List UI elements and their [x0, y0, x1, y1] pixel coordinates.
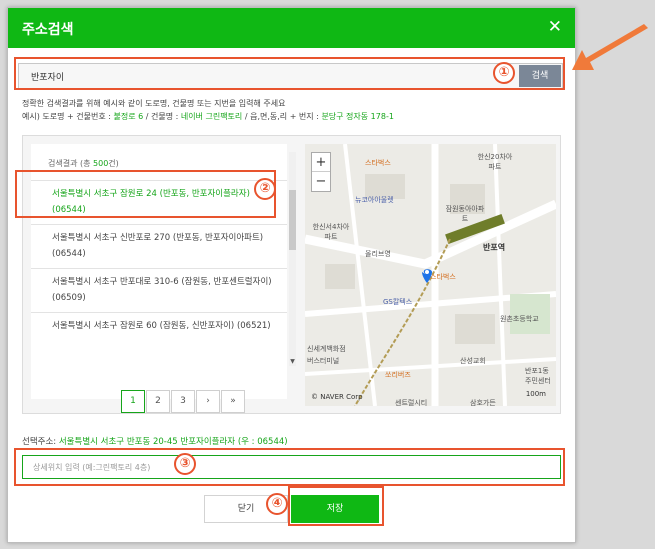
zoom-in-icon[interactable]: +: [312, 153, 330, 172]
selected-address-value: 서울특별시 서초구 반포동 20-45 반포자이플라자 (우 : 06544): [58, 437, 288, 447]
modal-header: 주소검색 ✕: [8, 8, 575, 48]
map-label: 삼호가든: [470, 399, 496, 406]
map-label: 한신20차아파트: [477, 153, 513, 171]
example-lot: 분당구 정자동 178-1: [321, 112, 394, 121]
result-count: 검색결과 (총 500건): [48, 158, 119, 169]
map-label: 반포1동주민센터: [525, 367, 551, 385]
scroll-down-icon[interactable]: ▼: [289, 358, 296, 366]
result-count-prefix: 검색결과 (총: [48, 159, 94, 168]
map-zoom-control: + −: [311, 152, 331, 192]
map-label: 쏘리버즈: [385, 371, 411, 379]
annotation-box-result: [15, 170, 276, 218]
map-label: 신세계백화점: [307, 345, 346, 353]
next-page-icon[interactable]: ›: [196, 390, 220, 413]
result-count-suffix: 건): [108, 159, 119, 168]
map-label: 스타벅스: [365, 159, 391, 167]
annotation-number-4: ④: [266, 493, 288, 515]
map-label: 원촌초등학교: [500, 315, 539, 323]
result-item[interactable]: 서울특별시 서초구 잠원로 60 (잠원동, 신반포자이) (06521): [31, 312, 287, 354]
result-item[interactable]: 서울특별시 서초구 신반포로 270 (반포동, 반포자이아파트) (06544…: [31, 224, 287, 266]
zoom-out-icon[interactable]: −: [312, 172, 330, 191]
result-scrollbar[interactable]: ▼: [289, 152, 296, 366]
map-copyright: © NAVER Corp: [311, 393, 363, 401]
annotation-box-detail: [14, 448, 565, 486]
page-2[interactable]: 2: [146, 390, 170, 413]
annotation-number-1: ①: [493, 62, 515, 84]
annotation-box-search: [14, 57, 565, 90]
map-label: 산성교회: [460, 357, 486, 365]
modal-title: 주소검색: [22, 22, 74, 38]
annotation-box-save: [288, 486, 384, 526]
close-icon[interactable]: ✕: [548, 17, 562, 37]
result-count-value: 500: [93, 159, 109, 168]
scrollbar-thumb[interactable]: [289, 190, 296, 250]
annotation-number-2: ②: [254, 178, 276, 200]
map-label: 반포역: [483, 243, 506, 252]
example-mid2: / 읍,면,동,리 + 번지 :: [242, 112, 322, 121]
page-3[interactable]: 3: [171, 390, 195, 413]
page-1[interactable]: 1: [121, 390, 145, 413]
selected-address-label: 선택주소:: [22, 437, 59, 447]
example-road: 불정로 6: [113, 112, 144, 121]
map-view[interactable]: 스타벅스 한신20차아파트 뉴코아아울렛 잠원동아아파트 한신서4차아파트 올리…: [305, 144, 556, 406]
example-building: 네이버 그린팩토리: [180, 112, 243, 121]
selected-address: 선택주소: 서울특별시 서초구 반포동 20-45 반포자이플라자 (우 : 0…: [22, 435, 288, 447]
last-page-icon[interactable]: »: [221, 390, 245, 413]
map-label: 한신서4차아파트: [312, 223, 350, 241]
map-label: 센트럴시티: [395, 399, 428, 406]
map-label: 올리브영: [365, 250, 391, 258]
map-label: 잠원동아아파트: [445, 205, 485, 223]
result-item[interactable]: 서울특별시 서초구 반포대로 310-6 (잠원동, 반포센트럴자이) (065…: [31, 268, 287, 310]
search-example: 예시) 도로명 + 건물번호 : 불정로 6 / 건물명 : 네이버 그린팩토리…: [22, 111, 394, 122]
map-label: 버스터미널: [307, 357, 340, 365]
map-label: GS칼텍스: [383, 298, 413, 306]
example-prefix: 예시) 도로명 + 건물번호 :: [22, 112, 114, 121]
annotation-number-3: ③: [174, 453, 196, 475]
search-hint: 정확한 검색결과를 위해 예시와 같이 도로명, 건물명 또는 지번을 입력해 …: [22, 99, 286, 108]
map-label: 뉴코아아울렛: [355, 196, 394, 204]
map-label: 스타벅스: [430, 273, 456, 281]
map-scale: 100m: [525, 390, 546, 398]
example-mid1: / 건물명 :: [143, 112, 181, 121]
annotation-arrow-icon: [572, 24, 648, 70]
